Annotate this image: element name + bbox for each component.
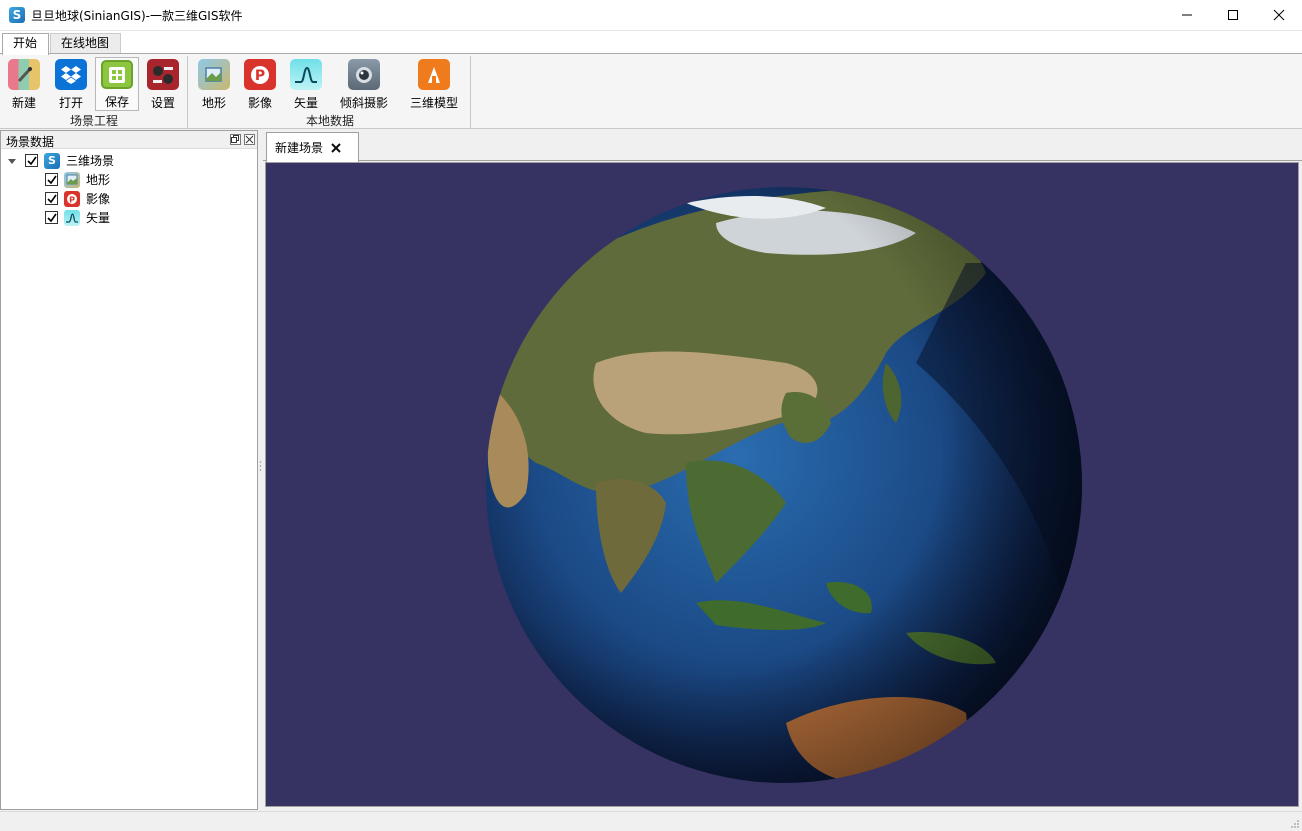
tree-root-label: 三维场景 [66, 154, 115, 168]
resize-grip-icon[interactable] [1289, 818, 1300, 829]
3d-model-button-label: 三维模型 [409, 96, 458, 110]
ribbon-panel: 新建 打开 保存 设置 场景工程 地形 P 影像 矢量 倾斜摄影 三维模型 本地… [0, 53, 1302, 129]
vector-button[interactable]: 矢量 [284, 57, 328, 111]
vector-icon [290, 59, 322, 90]
terrain-button[interactable]: 地形 [192, 57, 236, 111]
globe-viewport[interactable] [265, 162, 1299, 807]
group-separator [470, 56, 471, 128]
window-title: 旦旦地球(SinianGIS)-一款三维GIS软件 [31, 8, 243, 23]
panel-title: 场景数据 [6, 135, 55, 149]
imagery-checkbox[interactable] [45, 192, 58, 205]
float-panel-button[interactable] [230, 134, 241, 145]
vector-button-label: 矢量 [293, 96, 318, 110]
restore-icon [231, 135, 239, 143]
maximize-icon [1228, 10, 1238, 20]
tree-root-row[interactable]: S 三维场景 [7, 151, 114, 170]
tree-item-label: 影像 [86, 192, 111, 206]
save-button-label: 保存 [104, 95, 129, 109]
maximize-button[interactable] [1210, 0, 1256, 30]
tab-start[interactable]: 开始 [2, 33, 49, 55]
settings-icon [147, 59, 179, 90]
terrain-button-label: 地形 [201, 96, 226, 110]
document-tab-strip: 新建场景 [263, 130, 1302, 162]
group-label-scene-project: 场景工程 [70, 114, 119, 128]
imagery-button-label: 影像 [247, 96, 272, 110]
tree-item-vector[interactable]: 矢量 [45, 208, 110, 227]
tree-item-label: 地形 [86, 173, 111, 187]
imagery-icon: P [244, 59, 276, 90]
close-icon [245, 135, 254, 144]
status-bar [0, 811, 1302, 831]
settings-button[interactable]: 设置 [141, 57, 185, 111]
svg-text:P: P [69, 195, 75, 204]
oblique-photo-button[interactable]: 倾斜摄影 [336, 57, 392, 111]
terrain-checkbox[interactable] [45, 173, 58, 186]
splitter-handle[interactable] [259, 460, 262, 474]
tab-new-scene-label: 新建场景 [275, 141, 324, 155]
earth-globe[interactable] [266, 163, 1299, 807]
oblique-photo-button-label: 倾斜摄影 [339, 96, 388, 110]
terrain-icon [64, 171, 80, 188]
close-panel-button[interactable] [244, 134, 255, 145]
settings-button-label: 设置 [150, 96, 175, 110]
panel-header: 场景数据 [1, 131, 257, 149]
group-label-local-data: 本地数据 [306, 114, 355, 128]
close-tab-icon[interactable] [330, 142, 342, 154]
minimize-button[interactable] [1164, 0, 1210, 30]
oblique-photo-icon [348, 59, 380, 90]
svg-text:P: P [255, 68, 265, 84]
tab-new-scene[interactable]: 新建场景 [266, 132, 359, 162]
scene-icon: S [44, 152, 60, 169]
open-button[interactable]: 打开 [49, 57, 93, 111]
new-scene-icon [8, 59, 40, 90]
tree-item-label: 矢量 [86, 211, 111, 225]
open-dropbox-icon [55, 59, 87, 90]
open-button-label: 打开 [58, 96, 83, 110]
new-button-label: 新建 [11, 96, 36, 110]
ribbon-tab-strip: 开始 在线地图 [0, 31, 1302, 55]
3d-model-icon [418, 59, 450, 90]
terrain-icon [198, 59, 230, 90]
tab-online-map[interactable]: 在线地图 [50, 33, 121, 54]
3d-model-button[interactable]: 三维模型 [406, 57, 462, 111]
globe-shade [486, 187, 1082, 783]
vector-checkbox[interactable] [45, 211, 58, 224]
group-separator [187, 56, 188, 128]
save-icon [101, 60, 133, 89]
expand-arrow-icon[interactable] [7, 156, 17, 166]
minimize-icon [1182, 14, 1192, 16]
tree-item-terrain[interactable]: 地形 [45, 170, 110, 189]
imagery-button[interactable]: P 影像 [238, 57, 282, 111]
imagery-icon: P [64, 190, 80, 207]
save-button[interactable]: 保存 [95, 57, 139, 111]
app-logo-icon: S [9, 7, 25, 23]
close-icon [1273, 9, 1285, 21]
new-button[interactable]: 新建 [2, 57, 46, 111]
root-checkbox[interactable] [25, 154, 38, 167]
vector-icon [64, 209, 80, 226]
tree-item-imagery[interactable]: P 影像 [45, 189, 110, 208]
title-bar: S 旦旦地球(SinianGIS)-一款三维GIS软件 [0, 0, 1302, 31]
close-button[interactable] [1256, 0, 1302, 30]
scene-data-panel: 场景数据 S 三维场景 地形 P 影像 矢量 [0, 130, 258, 810]
